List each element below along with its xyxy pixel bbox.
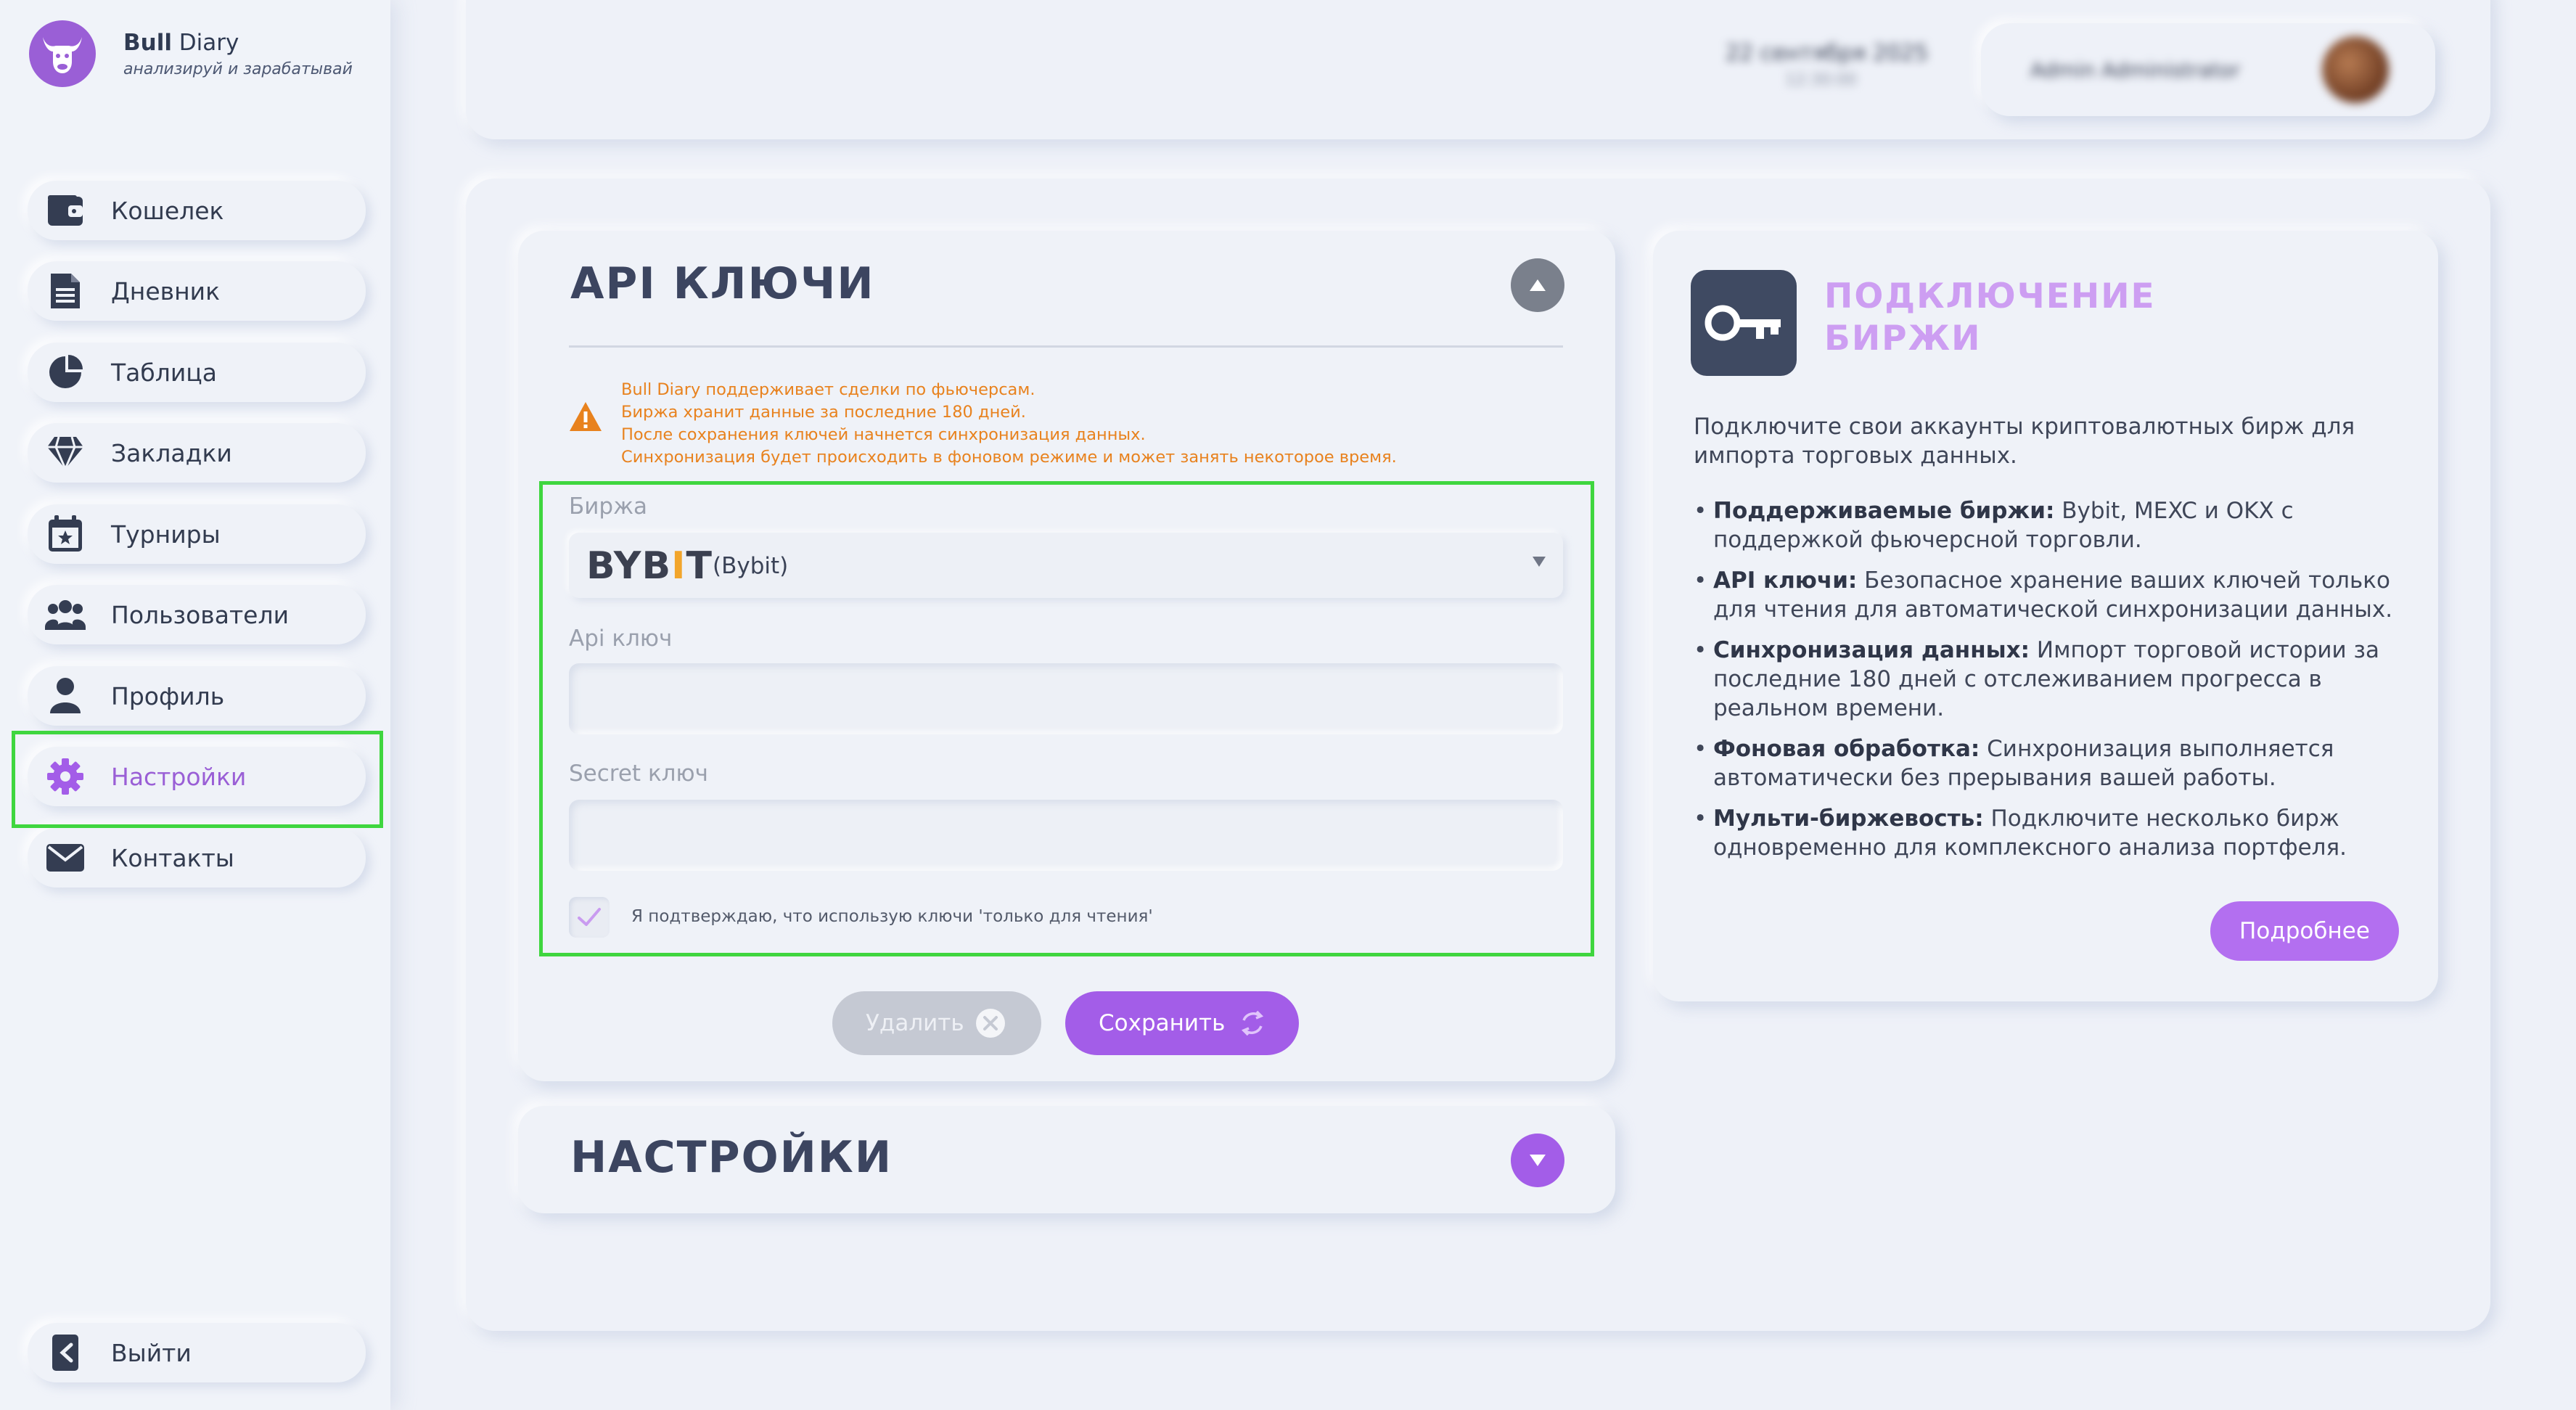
api-keys-card: API КЛЮЧИ Bull Diary поддерживает сделки… — [518, 231, 1615, 1081]
sidebar-item-label: Пользователи — [111, 600, 290, 629]
brand-name: Bull Diary — [123, 29, 239, 56]
readonly-checkbox[interactable] — [569, 897, 610, 938]
delete-button[interactable]: Удалить — [832, 991, 1041, 1055]
save-button-label: Сохранить — [1099, 1010, 1226, 1036]
bull-logo-icon — [29, 20, 96, 87]
sidebar-item-label: Профиль — [111, 681, 225, 710]
header-username: Admin Administrator — [2030, 58, 2241, 82]
feature-list: Поддерживаемые биржи: Bybit, MEXC и OKX … — [1694, 496, 2419, 874]
info-title: ПОДКЛЮЧЕНИЕ БИРЖИ — [1824, 276, 2156, 358]
sidebar-item-contacts[interactable]: Контакты — [28, 828, 366, 888]
list-item: API ключи: Безопасное хранение ваших клю… — [1694, 566, 2419, 624]
chevron-up-icon — [1530, 279, 1546, 291]
api-key-label: Api ключ — [569, 626, 673, 652]
sidebar-item-label: Таблица — [111, 358, 217, 387]
more-button[interactable]: Подробнее — [2210, 901, 2399, 961]
sidebar-item-tournaments[interactable]: Турниры — [28, 504, 366, 564]
exchange-label: Биржа — [569, 493, 648, 520]
exchange-info-card: ПОДКЛЮЧЕНИЕ БИРЖИ Подключите свои аккаун… — [1653, 231, 2438, 1001]
list-item: Мульти-биржевость: Подключите несколько … — [1694, 804, 2419, 862]
settings-title: НАСТРОЙКИ — [570, 1132, 893, 1183]
user-menu[interactable]: Admin Administrator — [1981, 23, 2435, 116]
expand-button[interactable] — [1511, 1134, 1564, 1187]
secret-key-input[interactable] — [569, 800, 1563, 871]
warning-line: Синхронизация будет происходить в фоново… — [621, 448, 1397, 467]
warning-line: После сохранения ключей начнется синхрон… — [621, 425, 1146, 444]
divider — [569, 345, 1563, 348]
user-icon — [45, 676, 86, 716]
gem-icon — [45, 433, 86, 473]
brand[interactable]: Bull Diary анализируй и зарабатывай — [29, 20, 353, 87]
warning-icon — [570, 402, 602, 431]
logout-button[interactable]: Выйти — [28, 1323, 366, 1382]
sidebar: Bull Diary анализируй и зарабатывай Коше… — [0, 0, 390, 1410]
header-date: 22 сентября 2025 — [1726, 41, 1929, 66]
close-circle-icon — [976, 1009, 1005, 1038]
bybit-logo: BYBIT — [586, 544, 713, 588]
sidebar-item-users[interactable]: Пользователи — [28, 585, 366, 644]
avatar[interactable] — [2322, 36, 2389, 103]
chevron-down-icon — [1530, 1155, 1546, 1166]
sidebar-item-label: Закладки — [111, 438, 232, 467]
secret-key-label: Secret ключ — [569, 761, 708, 787]
sidebar-item-label: Контакты — [111, 843, 234, 872]
logout-icon — [45, 1332, 86, 1373]
exchange-select[interactable]: BYBIT (Bybit) — [569, 533, 1563, 598]
sidebar-item-bookmarks[interactable]: Закладки — [28, 423, 366, 483]
api-key-input[interactable] — [569, 663, 1563, 734]
envelope-icon — [45, 837, 86, 878]
users-icon — [45, 594, 86, 635]
sidebar-item-label: Кошелек — [111, 196, 224, 225]
delete-button-label: Удалить — [866, 1010, 964, 1036]
warning-notice: Bull Diary поддерживает сделки по фьючер… — [569, 379, 1397, 469]
sync-icon — [1241, 1010, 1264, 1036]
sidebar-item-table[interactable]: Таблица — [28, 343, 366, 402]
brand-tagline: анализируй и зарабатывай — [123, 60, 353, 78]
sidebar-item-label: Турниры — [111, 520, 221, 549]
header-time: 12:30:00 — [1785, 71, 1857, 89]
checkmark-icon — [578, 908, 601, 926]
warning-line: Биржа хранит данные за последние 180 дне… — [621, 403, 1026, 422]
exchange-name: (Bybit) — [713, 553, 789, 579]
list-item: Синхронизация данных: Импорт торговой ис… — [1694, 636, 2419, 723]
caret-down-icon — [1533, 557, 1546, 567]
readonly-checkbox-label[interactable]: Я подтверждаю, что использую ключи 'толь… — [631, 907, 1153, 926]
info-intro: Подключите свои аккаунты криптовалютных … — [1694, 414, 2355, 469]
wallet-icon — [45, 190, 86, 231]
list-item: Фоновая обработка: Синхронизация выполня… — [1694, 734, 2419, 792]
warning-line: Bull Diary поддерживает сделки по фьючер… — [621, 380, 1035, 399]
pie-chart-icon — [45, 352, 86, 393]
save-button[interactable]: Сохранить — [1065, 991, 1299, 1055]
document-icon — [45, 271, 86, 311]
sidebar-item-wallet[interactable]: Кошелек — [28, 181, 366, 240]
settings-card: НАСТРОЙКИ — [518, 1106, 1615, 1213]
highlight-box — [12, 731, 383, 828]
logout-label: Выйти — [111, 1338, 192, 1367]
sidebar-item-diary[interactable]: Дневник — [28, 261, 366, 321]
api-keys-title: API КЛЮЧИ — [570, 258, 875, 309]
sidebar-item-profile[interactable]: Профиль — [28, 666, 366, 726]
calendar-star-icon — [45, 514, 86, 554]
sidebar-item-label: Дневник — [111, 276, 221, 306]
key-icon — [1691, 270, 1797, 376]
collapse-button[interactable] — [1511, 258, 1564, 312]
list-item: Поддерживаемые биржи: Bybit, MEXC и OKX … — [1694, 496, 2419, 554]
